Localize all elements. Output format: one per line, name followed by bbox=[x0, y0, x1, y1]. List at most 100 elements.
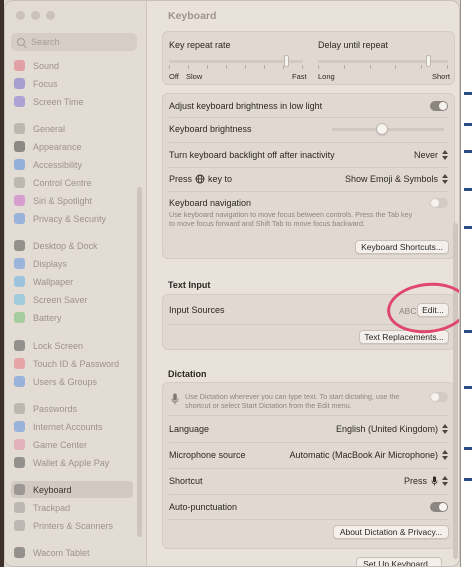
microphone-icon bbox=[431, 476, 438, 486]
press-key-prefix: Press bbox=[169, 174, 193, 184]
sidebar-item-accessibility[interactable]: Accessibility bbox=[11, 156, 133, 173]
key-repeat-slider[interactable] bbox=[169, 60, 303, 63]
backlight-off-popup[interactable]: Never bbox=[414, 150, 448, 160]
chevron-updown-icon bbox=[442, 424, 448, 434]
sidebar-item-battery[interactable]: Battery bbox=[11, 309, 133, 326]
sidebar-item-label: Touch ID & Password bbox=[33, 358, 120, 369]
search-field[interactable]: Search bbox=[11, 33, 137, 51]
sidebar-item-general[interactable]: General bbox=[11, 120, 133, 137]
key-repeat-ticks bbox=[169, 65, 303, 69]
adjust-brightness-row: Adjust keyboard brightness in low light bbox=[169, 99, 448, 113]
sidebar-item-label: Appearance bbox=[33, 141, 82, 152]
sidebar-item-focus[interactable]: Focus bbox=[11, 75, 133, 92]
keyboard-navigation-row: Keyboard navigation bbox=[169, 196, 448, 210]
set-up-keyboard-button[interactable]: Set Up Keyboard... bbox=[356, 557, 442, 566]
sidebar-item-printers-scanners[interactable]: Printers & Scanners bbox=[11, 517, 133, 534]
off-label: Off bbox=[169, 72, 179, 81]
dictation-toggle[interactable] bbox=[430, 392, 448, 402]
sidebar-item-keyboard[interactable]: Keyboard bbox=[11, 481, 133, 498]
sidebar-item-wallpaper[interactable]: Wallpaper bbox=[11, 273, 133, 290]
tablet-icon bbox=[14, 547, 25, 558]
sidebar-item-screen-time[interactable]: Screen Time bbox=[11, 93, 133, 110]
backlight-off-row: Turn keyboard backlight off after inacti… bbox=[169, 148, 448, 162]
sidebar-item-label: General bbox=[33, 123, 66, 134]
sidebar-item-siri-spotlight[interactable]: Siri & Spotlight bbox=[11, 192, 133, 209]
sidebar-item-internet-accounts[interactable]: Internet Accounts bbox=[11, 418, 133, 435]
slow-label: Slow bbox=[186, 72, 203, 81]
wallpaper-icon bbox=[14, 276, 25, 287]
sidebar-item-privacy-security[interactable]: Privacy & Security bbox=[11, 210, 133, 227]
keyboard-icon bbox=[14, 484, 25, 495]
sidebar-item-wacom-tablet[interactable]: Wacom Tablet bbox=[11, 544, 133, 561]
press-key-popup[interactable]: Show Emoji & Symbols bbox=[345, 174, 448, 184]
language-popup[interactable]: English (United Kingdom) bbox=[336, 424, 448, 434]
sidebar-scrollbar[interactable] bbox=[137, 187, 142, 537]
sidebar-item-passwords[interactable]: Passwords bbox=[11, 400, 133, 417]
globe-icon bbox=[195, 174, 205, 184]
divider bbox=[169, 442, 448, 443]
sidebar-item-label: Battery bbox=[33, 312, 62, 323]
auto-punctuation-toggle[interactable] bbox=[430, 502, 448, 512]
sidebar-item-touch-id-password[interactable]: Touch ID & Password bbox=[11, 355, 133, 372]
sidebar-item-label: Focus bbox=[33, 78, 58, 89]
keyboard-shortcuts-button[interactable]: Keyboard Shortcuts... bbox=[355, 240, 449, 254]
divider bbox=[169, 494, 448, 495]
sidebar-item-screen-saver[interactable]: Screen Saver bbox=[11, 291, 133, 308]
sidebar-item-label: Passwords bbox=[33, 403, 78, 414]
sidebar-item-game-center[interactable]: Game Center bbox=[11, 436, 133, 453]
sidebar-item-control-centre[interactable]: Control Centre bbox=[11, 174, 133, 191]
repeat-card: Key repeat rate Delay until repeat Off S… bbox=[162, 31, 455, 85]
long-label: Long bbox=[318, 72, 335, 81]
sidebar-item-displays[interactable]: Displays bbox=[11, 255, 133, 272]
appearance-icon bbox=[14, 141, 25, 152]
language-row: Language English (United Kingdom) bbox=[169, 422, 448, 436]
sidebar-item-wallet-apple-pay[interactable]: Wallet & Apple Pay bbox=[11, 454, 133, 471]
sidebar-item-sound[interactable]: Sound bbox=[11, 57, 133, 74]
sidebar-item-users-groups[interactable]: Users & Groups bbox=[11, 373, 133, 390]
fingerprint-icon bbox=[14, 358, 25, 369]
minimize-button[interactable] bbox=[31, 11, 40, 20]
sidebar: Search Sound Focus Screen Time General Appea… bbox=[5, 1, 147, 566]
adjust-brightness-label: Adjust keyboard brightness in low light bbox=[169, 101, 323, 111]
search-placeholder: Search bbox=[31, 37, 60, 47]
screensaver-icon bbox=[14, 294, 25, 305]
microphone-icon bbox=[171, 393, 179, 405]
divider bbox=[169, 167, 448, 168]
adjust-brightness-toggle[interactable] bbox=[430, 101, 448, 111]
microphone-source-label: Microphone source bbox=[169, 450, 246, 460]
sidebar-item-label: Accessibility bbox=[33, 159, 83, 170]
sidebar-item-label: Privacy & Security bbox=[33, 213, 107, 224]
keyboard-navigation-toggle[interactable] bbox=[430, 198, 448, 208]
sidebar-item-label: Printers & Scanners bbox=[33, 520, 114, 531]
delay-ticks bbox=[318, 65, 448, 69]
short-label: Short bbox=[432, 72, 450, 81]
sidebar-item-desktop-dock[interactable]: Desktop & Dock bbox=[11, 237, 133, 254]
auto-punctuation-label: Auto-punctuation bbox=[169, 502, 238, 512]
lock-screen-icon bbox=[14, 340, 25, 351]
about-dictation-button[interactable]: About Dictation & Privacy... bbox=[333, 525, 449, 539]
close-button[interactable] bbox=[16, 11, 25, 20]
sidebar-item-lock-screen[interactable]: Lock Screen bbox=[11, 337, 133, 354]
divider bbox=[169, 519, 448, 520]
sidebar-item-appearance[interactable]: Appearance bbox=[11, 138, 133, 155]
gear-icon bbox=[14, 123, 25, 134]
shortcut-row: Shortcut Press bbox=[169, 474, 448, 488]
display-icon bbox=[14, 258, 25, 269]
dictation-heading: Dictation bbox=[168, 369, 207, 379]
divider bbox=[169, 191, 448, 192]
sidebar-item-label: Screen Time bbox=[33, 96, 84, 107]
text-input-heading: Text Input bbox=[168, 280, 211, 290]
sidebar-item-label: Sound bbox=[33, 60, 60, 71]
microphone-source-popup[interactable]: Automatic (MacBook Air Microphone) bbox=[289, 450, 448, 460]
shortcut-popup[interactable]: Press bbox=[404, 476, 448, 486]
sidebar-item-trackpad[interactable]: Trackpad bbox=[11, 499, 133, 516]
fast-label: Fast bbox=[292, 72, 307, 81]
window-controls[interactable] bbox=[16, 11, 55, 20]
sidebar-item-label: Wallet & Apple Pay bbox=[33, 457, 110, 468]
main-scrollbar[interactable] bbox=[453, 223, 458, 559]
zoom-button[interactable] bbox=[46, 11, 55, 20]
sidebar-item-label: Wacom Tablet bbox=[33, 547, 90, 558]
keyboard-navigation-description: Use keyboard navigation to move focus be… bbox=[169, 210, 413, 228]
backlight-off-label: Turn keyboard backlight off after inacti… bbox=[169, 150, 335, 160]
brightness-label: Keyboard brightness bbox=[169, 124, 252, 134]
